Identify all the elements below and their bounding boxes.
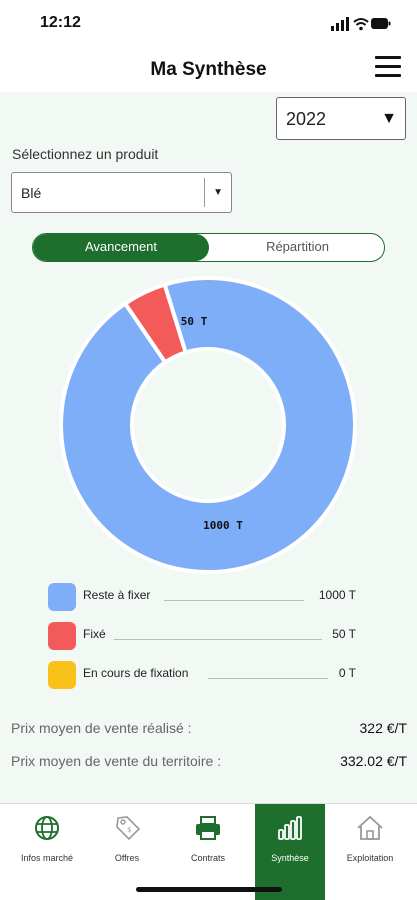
year-select[interactable]: 2022 ▼ [276,97,406,140]
stat-value: 332.02 €/T [340,753,407,769]
tab-infos-marche[interactable]: Infos marché [12,804,82,900]
slice-label: 1000 T [203,519,243,532]
bar-chart-icon [278,816,302,840]
page-title: Ma Synthèse [150,59,267,80]
stat-row-realized: Prix moyen de vente réalisé : 322 €/T [11,720,407,740]
donut-chart: 1000 T 50 T [59,276,357,574]
legend-label: Reste à fixer [83,588,151,602]
tab-synthese[interactable]: Synthèse [255,804,325,900]
house-icon [357,815,383,840]
hamburger-icon [375,56,401,59]
tab-contrats[interactable]: Contrats [173,804,243,900]
legend-swatch [48,622,76,650]
home-indicator [136,887,282,892]
view-toggle: Avancement Répartition [32,233,385,262]
tab-label: Infos marché [20,853,74,863]
year-value: 2022 [286,109,327,129]
hamburger-icon [375,65,401,68]
stat-value: 322 €/T [359,720,407,736]
tab-label: Offres [114,853,140,863]
tag-icon: $ [116,816,141,841]
legend-swatch [48,583,76,611]
legend-value: 50 T [332,627,356,641]
printer-icon [196,816,220,840]
tab-repartition[interactable]: Répartition [209,234,384,261]
legend-item: Fixé 50 T [48,619,358,658]
tab-label: Contrats [190,853,225,863]
stat-label: Prix moyen de vente réalisé : [11,720,192,736]
globe-icon [35,816,59,840]
product-value: Blé [21,185,42,201]
legend-label: En cours de fixation [83,666,189,680]
wifi-icon [353,18,369,31]
legend-swatch [48,661,76,689]
menu-button[interactable] [375,56,401,80]
tab-label: Synthèse [271,853,309,863]
product-label: Sélectionnez un produit [12,146,159,162]
tab-avancement[interactable]: Avancement [33,234,209,261]
triangle-down-icon: ▼ [213,187,223,198]
stat-label: Prix moyen de vente du territoire : [11,753,222,769]
svg-text:$: $ [127,826,131,834]
hamburger-icon [375,74,401,77]
tab-exploitation[interactable]: Exploitation [335,804,405,900]
legend-divider [208,678,328,679]
tab-label: Exploitation [346,853,394,863]
legend-divider [164,600,304,601]
select-divider [204,178,205,207]
legend-label: Fixé [83,627,106,641]
legend-item: Reste à fixer 1000 T [48,580,358,619]
triangle-down-icon: ▼ [381,110,397,127]
status-icons [331,17,391,31]
legend-divider [114,639,322,640]
chart-legend: Reste à fixer 1000 T Fixé 50 T En cours … [48,580,358,697]
app-header: Ma Synthèse [0,46,417,92]
product-select[interactable]: Blé ▼ [11,172,232,213]
legend-value: 1000 T [318,588,356,602]
tab-offres[interactable]: $ Offres [92,804,162,900]
legend-item: En cours de fixation 0 T [48,658,358,697]
bottom-tab-bar: Infos marché $ Offres Contrats Synthèse [0,803,417,900]
legend-value: 0 T [338,666,356,680]
signal-icon [331,17,349,31]
battery-icon [371,18,391,29]
stat-row-territory: Prix moyen de vente du territoire : 332.… [11,753,407,773]
status-time: 12:12 [40,14,81,31]
status-bar: 12:12 [0,0,417,46]
slice-label: 50 T [181,315,208,328]
